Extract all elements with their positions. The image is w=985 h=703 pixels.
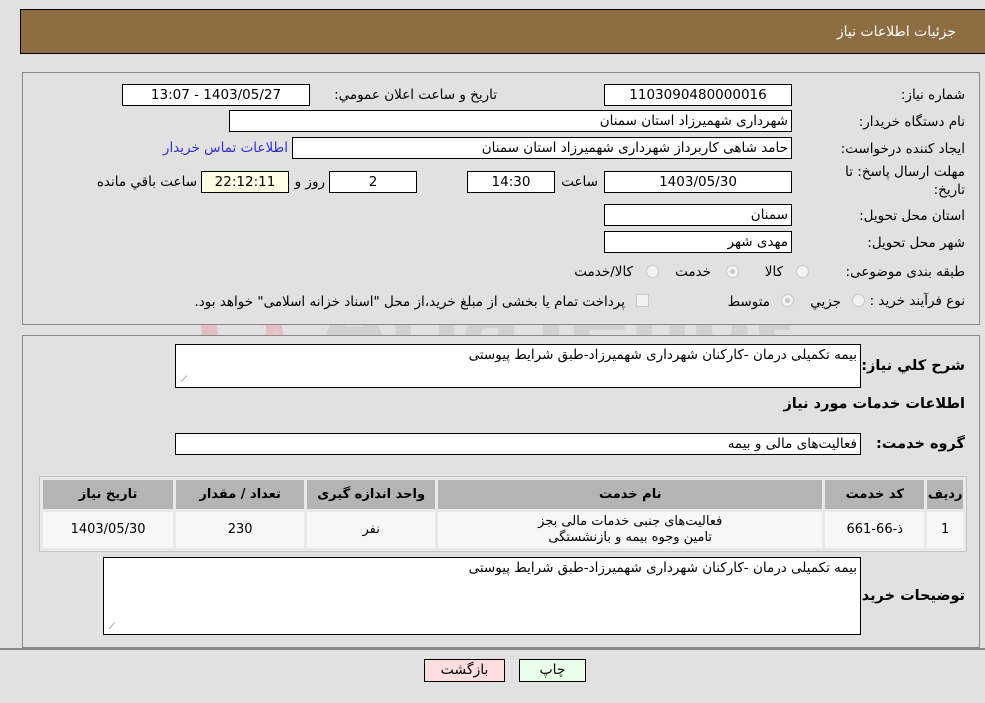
cell-service-name: فعالیت‌های جنبی خدمات مالی بجز تامین وجو…: [438, 512, 823, 548]
remaining-days-field: 2: [329, 171, 417, 193]
remaining-time-field: 22:12:11: [201, 171, 289, 193]
print-button[interactable]: چاپ: [519, 659, 586, 682]
buyer-notes-text: بیمه تکمیلی درمان -کارکنان شهرداری شهمیر…: [468, 560, 857, 576]
services-table: ردیف کد خدمت نام خدمت واحد اندازه گیری ت…: [39, 476, 967, 552]
services-panel: شرح كلي نياز: بیمه تکمیلی درمان -کارکنان…: [22, 335, 980, 648]
treasury-note: پرداخت تمام یا بخشی از مبلغ خرید،از محل …: [194, 294, 625, 310]
footer-divider: [0, 648, 985, 650]
treasury-checkbox[interactable]: [636, 294, 649, 307]
table-header-row: ردیف کد خدمت نام خدمت واحد اندازه گیری ت…: [43, 480, 963, 509]
remaining-time-label: ساعت باقي مانده: [96, 174, 197, 190]
purchase-type-label: نوع فرآیند خرید :: [869, 293, 965, 309]
services-section-title: اطلاعات خدمات مورد نياز: [783, 396, 965, 412]
requester-label: ایجاد کننده درخواست:: [840, 141, 965, 157]
cell-quantity: 230: [176, 512, 305, 548]
deadline-date-field: 1403/05/30: [604, 171, 792, 193]
col-header-service-code: کد خدمت: [825, 480, 925, 509]
service-group-field: فعالیت‌های مالی و بیمه: [175, 433, 861, 455]
category-option-goods-service: کالا/خدمت: [574, 264, 633, 280]
col-header-quantity: تعداد / مقدار: [176, 480, 305, 509]
delivery-province-label: استان محل تحویل:: [859, 208, 965, 224]
buyer-notes-textarea[interactable]: بیمه تکمیلی درمان -کارکنان شهرداری شهمیر…: [103, 557, 861, 635]
cell-row-number: 1: [927, 512, 963, 548]
announce-datetime-field: 1403/05/27 - 13:07: [122, 84, 310, 106]
deadline-label-line1: مهلت ارسال پاسخ: تا: [845, 164, 965, 180]
delivery-city-field: مهدی شهر: [604, 231, 792, 253]
description-text: بیمه تکمیلی درمان -کارکنان شهرداری شهمیر…: [468, 347, 857, 363]
deadline-label-line2: تاریخ:: [933, 182, 965, 198]
purchase-type-radio-medium[interactable]: [781, 294, 794, 307]
page-title: جزئیات اطلاعات نیاز: [836, 24, 956, 40]
resize-grip-icon[interactable]: ⟋: [178, 376, 187, 385]
announce-datetime-label: تاريخ و ساعت اعلان عمومي:: [334, 87, 497, 103]
category-radio-goods-service[interactable]: [646, 265, 659, 278]
need-number-label: شماره نیاز:: [900, 87, 965, 103]
table-row: 1 ذ-66-661 فعالیت‌های جنبی خدمات مالی بج…: [43, 512, 963, 548]
purchase-type-radio-minor[interactable]: [852, 294, 865, 307]
cell-service-code: ذ-66-661: [825, 512, 925, 548]
delivery-city-label: شهر محل تحویل:: [867, 235, 965, 251]
category-option-goods: کالا: [764, 264, 783, 280]
need-details-panel: شماره نیاز: 1103090480000016 تاريخ و ساع…: [22, 72, 980, 325]
category-radio-goods[interactable]: [796, 265, 809, 278]
deadline-time-field: 14:30: [467, 171, 555, 193]
service-group-label: گروه خدمت:: [875, 436, 965, 452]
page-header: جزئیات اطلاعات نیاز: [20, 9, 985, 54]
col-header-row-number: ردیف: [927, 480, 963, 509]
purchase-type-option-medium: متوسط: [727, 294, 770, 310]
category-label: طبقه بندی موضوعی:: [845, 264, 965, 280]
col-header-unit: واحد اندازه گیری: [307, 480, 436, 509]
deadline-time-label: ساعت: [561, 174, 598, 190]
cell-unit: نفر: [307, 512, 436, 548]
days-label: روز و: [294, 174, 325, 190]
back-button[interactable]: بازگشت: [424, 659, 505, 682]
description-label: شرح كلي نياز:: [861, 358, 965, 374]
col-header-service-name: نام خدمت: [438, 480, 823, 509]
description-textarea[interactable]: بیمه تکمیلی درمان -کارکنان شهرداری شهمیر…: [175, 344, 861, 388]
category-radio-service[interactable]: [726, 265, 739, 278]
purchase-type-option-minor: جزيي: [810, 294, 841, 310]
delivery-province-field: سمنان: [604, 204, 792, 226]
category-option-service: خدمت: [675, 264, 711, 280]
resize-grip-icon[interactable]: ⟋: [106, 623, 115, 632]
need-number-field: 1103090480000016: [604, 84, 792, 106]
col-header-need-date: تاریخ نیاز: [43, 480, 174, 509]
buyer-org-label: نام دستگاه خریدار:: [858, 114, 965, 130]
requester-field: حامد شاهی کاربرداز شهرداری شهمیرزاد استا…: [292, 137, 792, 159]
cell-need-date: 1403/05/30: [43, 512, 174, 548]
buyer-org-field: شهرداری شهمیرزاد استان سمنان: [229, 110, 792, 132]
buyer-contact-link[interactable]: اطلاعات تماس خریدار: [163, 140, 288, 156]
